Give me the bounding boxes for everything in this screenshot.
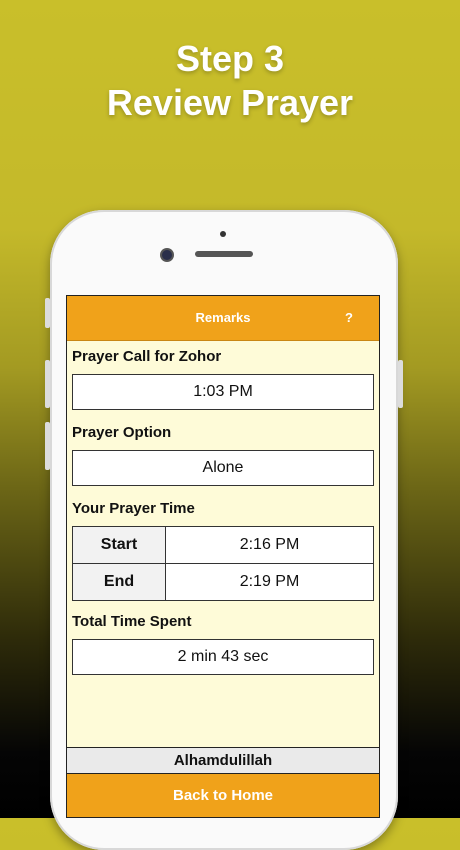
alhamdulillah-label: Alhamdulillah [67,747,379,774]
promo-title-caption: Review Prayer [106,82,354,123]
prayer-time-label: Your Prayer Time [72,500,195,517]
prayer-option-label: Prayer Option [72,424,172,441]
volume-down-button [45,422,50,470]
header-bar: Remarks ? [67,296,379,341]
promo-title-step: Step 3 [175,38,285,79]
power-button [398,360,403,408]
proximity-sensor [220,231,226,237]
app-screen: Remarks ? Prayer Call for Zohor 1:03 PM … [66,295,380,818]
prayer-call-value: 1:03 PM [72,374,374,410]
front-camera-icon [162,250,172,260]
start-key: Start [72,526,166,564]
end-key: End [72,563,166,601]
mute-switch [45,298,50,328]
earpiece-speaker [195,251,253,257]
back-to-home-button[interactable]: Back to Home [67,774,379,817]
header-title: Remarks [195,310,251,325]
prayer-option-value: Alone [72,450,374,486]
prayer-time-table: Start 2:16 PM End 2:19 PM [72,526,374,601]
end-time-value: 2:19 PM [165,563,374,601]
prayer-call-label: Prayer Call for Zohor [72,348,222,365]
total-time-label: Total Time Spent [72,613,192,630]
table-row: Start 2:16 PM [72,526,374,564]
volume-up-button [45,360,50,408]
total-time-value: 2 min 43 sec [72,639,374,675]
table-row: End 2:19 PM [72,563,374,601]
start-time-value: 2:16 PM [165,526,374,564]
help-button[interactable]: ? [345,310,353,325]
